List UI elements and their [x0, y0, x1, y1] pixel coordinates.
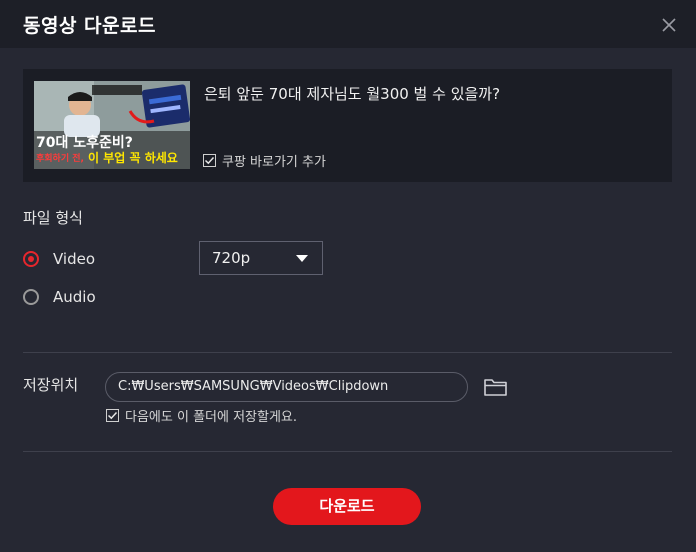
thumbnail-text-3: 이 부업 꼭 하세요	[88, 151, 178, 165]
checkbox-box[interactable]	[203, 154, 216, 167]
folder-icon[interactable]	[483, 375, 509, 399]
quality-select[interactable]: 720p	[199, 241, 323, 275]
check-icon	[107, 411, 118, 420]
video-thumbnail[interactable]: 70대 노후준비? 후회하기 전, 이 부업 꼭 하세요	[34, 81, 190, 169]
radio-audio-label: Audio	[53, 288, 96, 306]
title-bar: 동영상 다운로드	[0, 0, 696, 48]
quality-value: 720p	[212, 249, 251, 267]
video-info-card: 70대 노후준비? 후회하기 전, 이 부업 꼭 하세요 은퇴 앞둔 70대 제…	[23, 69, 672, 182]
remember-folder-checkbox[interactable]: 다음에도 이 폴더에 저장할게요.	[106, 406, 297, 425]
coupang-shortcut-label: 쿠팡 바로가기 추가	[222, 155, 326, 170]
thumbnail-text-1: 70대 노후준비?	[36, 135, 133, 151]
close-icon[interactable]	[660, 16, 678, 34]
radio-video[interactable]: Video	[23, 250, 95, 268]
dialog-title: 동영상 다운로드	[23, 15, 156, 37]
radio-audio-button[interactable]	[23, 289, 39, 305]
download-button[interactable]: 다운로드	[273, 488, 421, 525]
file-format-label: 파일 형식	[23, 209, 83, 227]
coupang-shortcut-checkbox[interactable]: 쿠팡 바로가기 추가	[203, 151, 326, 170]
remember-folder-label: 다음에도 이 폴더에 저장할게요.	[125, 410, 298, 425]
radio-video-button[interactable]	[23, 251, 39, 267]
thumbnail-text-2: 후회하기 전,	[36, 154, 84, 164]
chevron-down-icon	[296, 255, 308, 262]
save-location-label: 저장위치	[23, 376, 79, 394]
video-title: 은퇴 앞둔 70대 제자님도 월300 벌 수 있을까?	[204, 85, 501, 103]
divider-bottom	[23, 451, 672, 452]
divider-top	[23, 352, 672, 353]
checkbox-box[interactable]	[106, 409, 119, 422]
save-path-input[interactable]: C:₩Users₩SAMSUNG₩Videos₩Clipdown	[105, 372, 468, 402]
radio-audio[interactable]: Audio	[23, 288, 96, 306]
check-icon	[204, 156, 215, 165]
radio-video-label: Video	[53, 250, 96, 268]
